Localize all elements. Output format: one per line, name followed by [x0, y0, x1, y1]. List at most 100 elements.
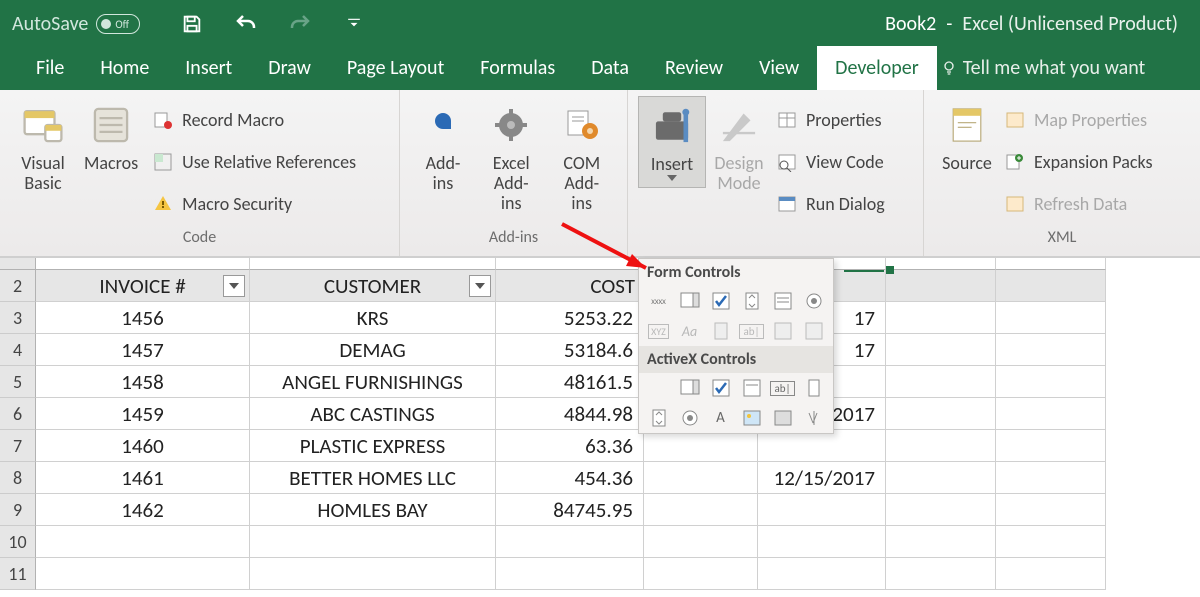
- row-header[interactable]: 8: [0, 462, 36, 494]
- form-optionbutton-icon[interactable]: [800, 288, 827, 314]
- grid-cell[interactable]: [758, 558, 886, 590]
- tab-review[interactable]: Review: [647, 46, 741, 90]
- grid-cell[interactable]: [758, 526, 886, 558]
- activex-label-icon[interactable]: A: [707, 405, 734, 431]
- grid-cell[interactable]: 48161.5: [496, 366, 644, 398]
- grid-cell[interactable]: 5253.22: [496, 302, 644, 334]
- activex-morecontrols-icon[interactable]: [800, 405, 827, 431]
- grid-cell[interactable]: [996, 302, 1106, 334]
- qat-customize-icon[interactable]: [342, 12, 366, 36]
- row-header[interactable]: [0, 258, 36, 270]
- grid-cell[interactable]: [886, 526, 996, 558]
- row-header[interactable]: 4: [0, 334, 36, 366]
- grid-cell[interactable]: 1462: [36, 494, 250, 526]
- grid-cell[interactable]: [644, 430, 758, 462]
- expansion-packs-button[interactable]: Expansion Packs: [1004, 146, 1153, 178]
- tab-developer[interactable]: Developer: [817, 46, 937, 90]
- row-header[interactable]: 11: [0, 558, 36, 590]
- grid-cell[interactable]: 1460: [36, 430, 250, 462]
- grid-cell[interactable]: [996, 462, 1106, 494]
- form-combo-dropdown-icon[interactable]: [769, 318, 796, 344]
- row-header[interactable]: 7: [0, 430, 36, 462]
- grid-cell[interactable]: [996, 430, 1106, 462]
- autosave-switch[interactable]: Off: [96, 14, 140, 34]
- grid-cell[interactable]: [250, 258, 496, 270]
- grid-cell[interactable]: [886, 430, 996, 462]
- autosave-toggle[interactable]: AutoSave Off: [12, 12, 140, 36]
- grid-cell[interactable]: [250, 526, 496, 558]
- grid-cell[interactable]: 1456: [36, 302, 250, 334]
- grid-cell[interactable]: 1459: [36, 398, 250, 430]
- grid-cell[interactable]: 1458: [36, 366, 250, 398]
- tab-insert[interactable]: Insert: [167, 46, 250, 90]
- view-code-button[interactable]: View Code: [776, 146, 885, 178]
- grid-cell[interactable]: 63.36: [496, 430, 644, 462]
- filter-dropdown-icon[interactable]: [223, 275, 245, 297]
- header-customer[interactable]: CUSTOMER: [250, 270, 496, 302]
- fill-handle-icon[interactable]: [886, 266, 894, 274]
- use-relative-references-button[interactable]: Use Relative References: [152, 146, 356, 178]
- grid-cell[interactable]: [996, 258, 1106, 270]
- tab-view[interactable]: View: [741, 46, 817, 90]
- activex-checkbox-icon[interactable]: [707, 375, 734, 401]
- record-macro-button[interactable]: Record Macro: [152, 104, 356, 136]
- grid-cell[interactable]: [996, 334, 1106, 366]
- form-combo-list-icon[interactable]: [800, 318, 827, 344]
- activex-commandbutton-icon[interactable]: [645, 375, 672, 401]
- tab-formulas[interactable]: Formulas: [462, 46, 573, 90]
- grid-cell[interactable]: [644, 494, 758, 526]
- tell-me-search[interactable]: Tell me what you want: [937, 46, 1150, 90]
- undo-icon[interactable]: [234, 12, 258, 36]
- visual-basic-button[interactable]: Visual Basic: [10, 96, 76, 198]
- grid-cell[interactable]: DEMAG: [250, 334, 496, 366]
- row-header[interactable]: 5: [0, 366, 36, 398]
- form-groupbox-icon[interactable]: XYZ: [645, 318, 672, 344]
- form-combobox-icon[interactable]: [676, 288, 703, 314]
- form-textfield-icon[interactable]: ab|: [738, 318, 765, 344]
- macros-button[interactable]: Macros: [76, 96, 146, 178]
- run-dialog-button[interactable]: Run Dialog: [776, 188, 885, 220]
- insert-controls-button[interactable]: Insert: [638, 96, 706, 188]
- tab-page-layout[interactable]: Page Layout: [329, 46, 462, 90]
- form-listbox-icon[interactable]: [769, 288, 796, 314]
- grid-cell[interactable]: [36, 558, 250, 590]
- grid-cell[interactable]: [996, 398, 1106, 430]
- grid-cell[interactable]: 4844.98: [496, 398, 644, 430]
- grid-cell[interactable]: [496, 558, 644, 590]
- grid-cell[interactable]: ABC CASTINGS: [250, 398, 496, 430]
- save-icon[interactable]: [180, 12, 204, 36]
- tab-home[interactable]: Home: [82, 46, 167, 90]
- row-header[interactable]: 10: [0, 526, 36, 558]
- grid-cell[interactable]: [496, 258, 644, 270]
- grid-cell[interactable]: KRS: [250, 302, 496, 334]
- grid-cell[interactable]: 1461: [36, 462, 250, 494]
- activex-togglebutton-icon[interactable]: [769, 405, 796, 431]
- grid-cell[interactable]: [250, 558, 496, 590]
- grid-cell[interactable]: HOMLES BAY: [250, 494, 496, 526]
- grid-cell[interactable]: [886, 398, 996, 430]
- row-header[interactable]: 2: [0, 270, 36, 302]
- activex-image-icon[interactable]: [738, 405, 765, 431]
- design-mode-button[interactable]: Design Mode: [706, 96, 772, 198]
- activex-scrollbar-icon[interactable]: [800, 375, 827, 401]
- tab-draw[interactable]: Draw: [250, 46, 329, 90]
- grid-cell[interactable]: 53184.6: [496, 334, 644, 366]
- source-button[interactable]: Source: [934, 96, 1000, 178]
- grid-cell[interactable]: [996, 558, 1106, 590]
- grid-cell[interactable]: [644, 526, 758, 558]
- activex-combobox-icon[interactable]: [676, 375, 703, 401]
- form-label-icon[interactable]: Aa: [676, 318, 703, 344]
- grid-cell[interactable]: PLASTIC EXPRESS: [250, 430, 496, 462]
- row-header[interactable]: 9: [0, 494, 36, 526]
- properties-button[interactable]: Properties: [776, 104, 885, 136]
- grid-cell[interactable]: [886, 462, 996, 494]
- activex-textbox-icon[interactable]: ab|: [769, 375, 796, 401]
- grid-cell[interactable]: [886, 302, 996, 334]
- grid-cell[interactable]: [758, 494, 886, 526]
- grid-cell[interactable]: ANGEL FURNISHINGS: [250, 366, 496, 398]
- map-properties-button[interactable]: Map Properties: [1004, 104, 1153, 136]
- spreadsheet-grid[interactable]: 2 INVOICE # CUSTOMER COST ID 3 1456 KRS …: [0, 258, 1200, 590]
- grid-cell[interactable]: [886, 258, 996, 270]
- grid-cell[interactable]: 1457: [36, 334, 250, 366]
- com-addins-button[interactable]: COM Add-ins: [547, 96, 618, 217]
